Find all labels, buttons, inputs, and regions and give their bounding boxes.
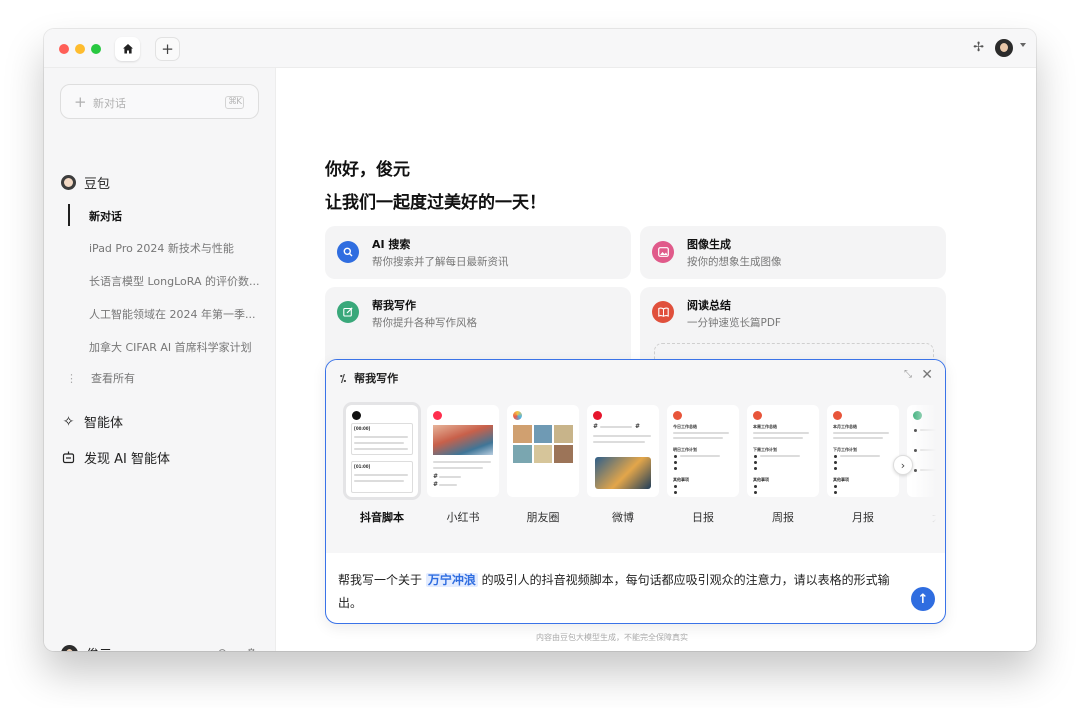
template-label: 抖音脚本 <box>360 511 404 524</box>
view-all-link[interactable]: ⋮ 查看所有 <box>66 370 135 386</box>
gear-icon[interactable]: ⚙ <box>246 646 257 651</box>
greeting-subtitle: 让我们一起度过美好的一天！ <box>325 193 546 213</box>
panel-title: ⁒ 帮我写作 <box>340 370 398 386</box>
xiaohongshu-icon <box>433 411 442 420</box>
ai-search-card[interactable]: AI 搜索 帮你搜索并了解每日最新资讯 <box>325 226 631 279</box>
template-label: 月报 <box>852 511 874 524</box>
magic-wand-icon: ⁒ <box>340 371 347 385</box>
image-icon <box>652 241 674 263</box>
template-label: 朋友圈 <box>526 511 560 524</box>
disclaimer: 内容由豆包大模型生成，不能完全保障真实 <box>536 633 688 642</box>
user-profile[interactable]: 俊元 <box>61 644 112 651</box>
send-button[interactable]: ↑ <box>911 587 935 611</box>
edit-icon <box>337 301 359 323</box>
image-generation-card[interactable]: 图像生成 按你的想象生成图像 <box>640 226 946 279</box>
book-icon <box>652 301 674 323</box>
discover-agents-nav[interactable]: 发现 AI 智能体 <box>61 448 170 467</box>
search-icon <box>337 241 359 263</box>
template-monthly-report[interactable]: 本月工作总结 下月工作计划 其他事项 <box>827 405 899 497</box>
plus-icon: + <box>74 93 87 111</box>
card-subtitle: 帮你提升各种写作风格 <box>372 317 477 329</box>
more-dots-icon: ⋮ <box>66 372 77 385</box>
new-tab-button[interactable]: + <box>155 37 180 61</box>
agents-label: 智能体 <box>84 416 124 431</box>
close-icon[interactable]: ✕ <box>921 367 933 383</box>
highlighted-topic[interactable]: 万宁冲浪 <box>425 573 478 587</box>
scroll-right-button[interactable]: › <box>893 455 913 475</box>
template-moments[interactable] <box>507 405 579 497</box>
bot-name: 豆包 <box>84 177 111 192</box>
douyin-icon <box>352 411 361 420</box>
agents-nav[interactable]: ✧ 智能体 <box>61 412 124 432</box>
history-item[interactable]: 新对话 <box>89 208 122 224</box>
template-label: 小红书 <box>446 511 480 524</box>
chevron-down-icon[interactable] <box>1020 43 1026 47</box>
bot-icon <box>61 450 76 465</box>
shortcut-hint: ⌘K <box>225 96 244 109</box>
card-title: AI 搜索 <box>372 238 411 251</box>
new-chat-label: 新对话 <box>93 97 126 110</box>
template-label: 日报 <box>692 511 714 524</box>
bot-section-doubao[interactable]: 豆包 <box>61 173 110 192</box>
report-icon <box>753 411 762 420</box>
template-list: [00:00] [01:00] # # # # 今日工作总结 明日工作计划 其他… <box>346 405 945 525</box>
template-weekly-report[interactable]: 本周工作总结 下周工作计划 其他事项 <box>747 405 819 497</box>
user-name: 俊元 <box>86 644 112 651</box>
close-window-button[interactable] <box>59 44 69 54</box>
card-subtitle: 一分钟速览长篇PDF <box>687 317 781 329</box>
sidebar: + 新对话 ⌘K 豆包 新对话 iPad Pro 2024 新技术与性能 长语言… <box>44 68 276 651</box>
user-avatar <box>61 645 78 651</box>
share-icon[interactable]: ⟲ <box>216 646 226 651</box>
collapse-icon[interactable]: ⤡ <box>904 369 912 380</box>
discover-label: 发现 AI 智能体 <box>84 452 170 467</box>
report-icon <box>673 411 682 420</box>
arrow-up-icon: ↑ <box>917 591 929 607</box>
plus-icon: + <box>161 40 174 58</box>
chevron-right-icon: › <box>900 458 906 472</box>
history-item[interactable]: 长语言模型 LongLoRA 的评价数... <box>89 273 260 289</box>
new-chat-button[interactable]: + 新对话 ⌘K <box>60 84 259 119</box>
report-icon <box>833 411 842 420</box>
writing-assistant-panel: ⁒ 帮我写作 ⤡ ✕ [00:00] [01:00] # # # # 今日工作总… <box>325 359 946 624</box>
moments-icon <box>513 411 522 420</box>
home-tab[interactable] <box>115 37 140 61</box>
template-label: 周报 <box>772 511 794 524</box>
title-bar: + ✢ <box>44 29 1036 68</box>
template-picker: ⁒ 帮我写作 ⤡ ✕ [00:00] [01:00] # # # # 今日工作总… <box>326 360 945 553</box>
template-xiaohongshu[interactable]: # # <box>427 405 499 497</box>
panel-title-label: 帮我写作 <box>354 372 399 385</box>
active-indicator <box>68 204 70 226</box>
home-icon <box>122 44 133 54</box>
history-item[interactable]: 人工智能领域在 2024 年第一季... <box>89 306 255 322</box>
card-title: 帮我写作 <box>372 299 416 312</box>
view-all-label: 查看所有 <box>91 372 135 385</box>
card-title: 阅读总结 <box>687 299 731 312</box>
greeting-title: 你好，俊元 <box>325 160 410 180</box>
template-daily-report[interactable]: 今日工作总结 明日工作计划 其他事项 <box>667 405 739 497</box>
maximize-window-button[interactable] <box>91 44 101 54</box>
prompt-input[interactable]: 帮我写一个关于 万宁冲浪 的吸引人的抖音视频脚本，每句话都应吸引观众的注意力，请… <box>338 569 898 615</box>
weibo-icon <box>593 411 602 420</box>
card-title: 图像生成 <box>687 238 731 251</box>
history-item[interactable]: iPad Pro 2024 新技术与性能 <box>89 240 234 256</box>
card-subtitle: 帮你搜索并了解每日最新资讯 <box>372 256 509 268</box>
template-douyin[interactable]: [00:00] [01:00] <box>346 405 418 497</box>
doubao-avatar-icon <box>61 175 76 190</box>
pin-icon[interactable]: ✢ <box>973 40 984 55</box>
history-item[interactable]: 加拿大 CIFAR AI 首席科学家计划 <box>89 339 252 355</box>
card-subtitle: 按你的想象生成图像 <box>687 256 782 268</box>
minimize-window-button[interactable] <box>75 44 85 54</box>
user-avatar-top[interactable] <box>995 39 1013 57</box>
sparkle-icon: ✧ <box>62 413 75 430</box>
template-weibo[interactable]: # # <box>587 405 659 497</box>
template-label: 微博 <box>612 511 634 524</box>
